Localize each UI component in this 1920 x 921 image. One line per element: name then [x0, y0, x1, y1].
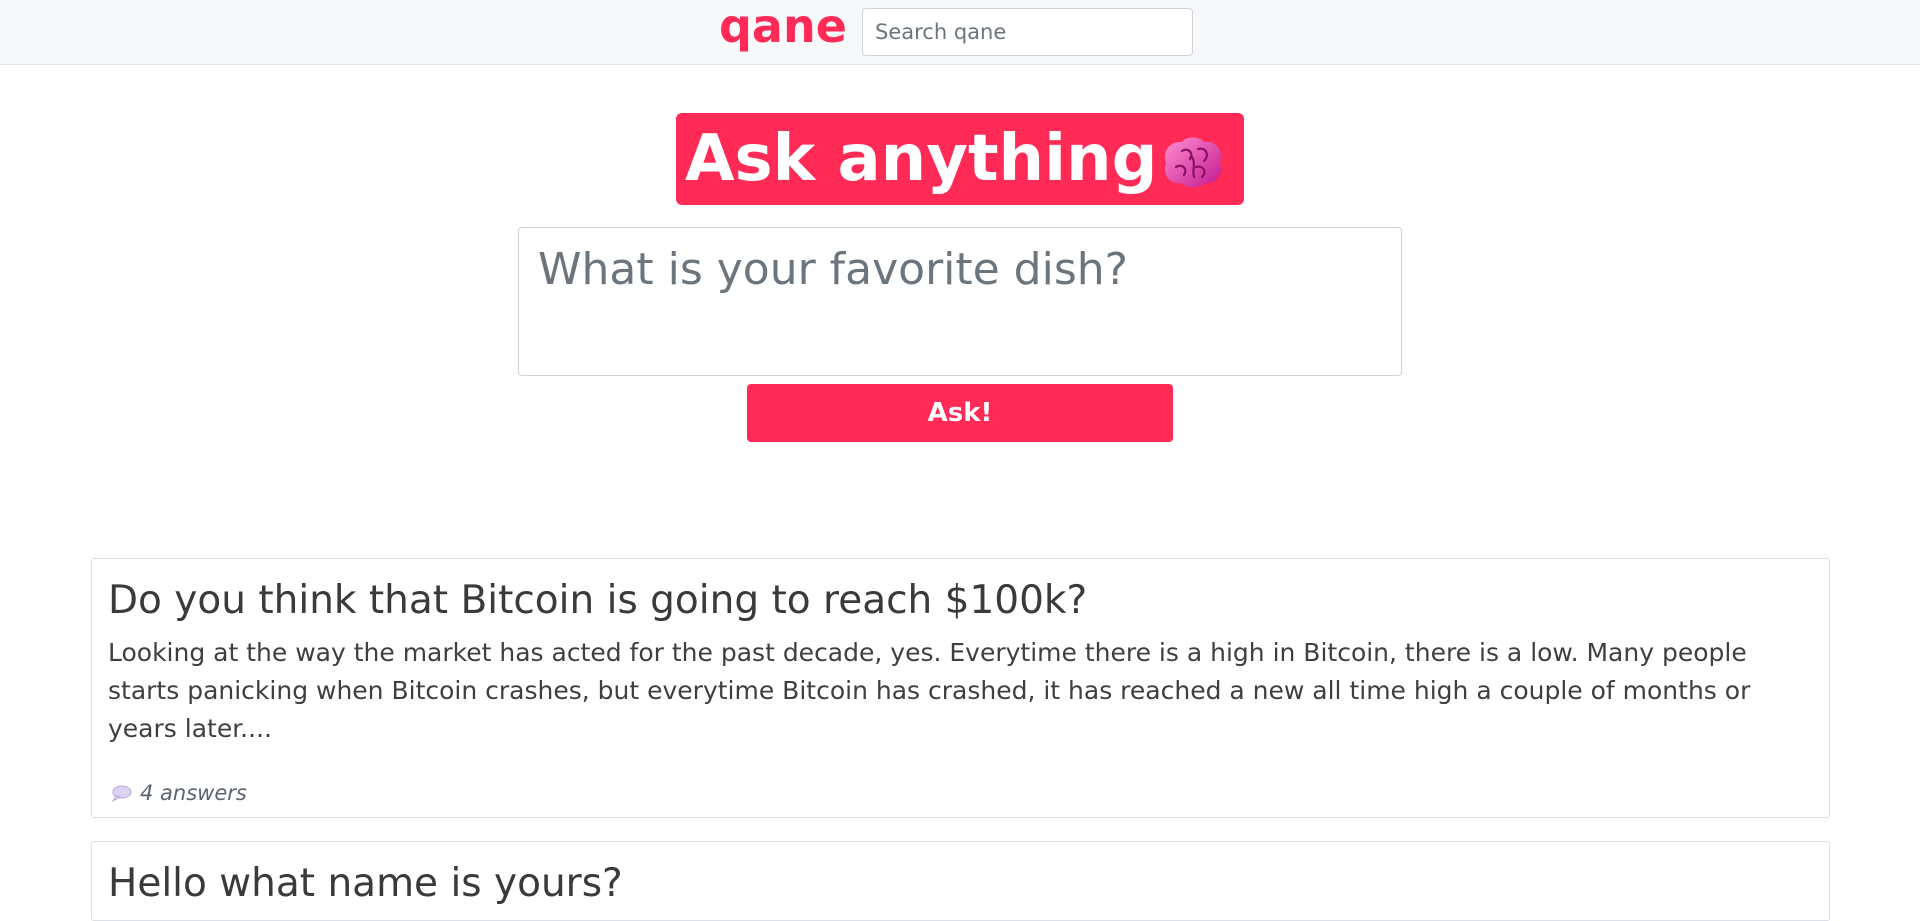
question-title[interactable]: Do you think that Bitcoin is going to re… — [108, 576, 1813, 626]
brain-icon — [1164, 137, 1222, 188]
search-input[interactable] — [862, 8, 1193, 56]
ask-button[interactable]: Ask! — [747, 384, 1173, 442]
hero-banner: Ask anything — [676, 113, 1244, 205]
question-title[interactable]: Hello what name is yours? — [108, 859, 1813, 909]
site-logo[interactable]: qane — [719, 0, 847, 52]
question-card[interactable]: Do you think that Bitcoin is going to re… — [91, 558, 1830, 818]
question-card[interactable]: Hello what name is yours? — [91, 841, 1830, 921]
speech-bubble-icon — [111, 785, 132, 802]
answers-label: 4 answers — [140, 781, 247, 805]
answers-count[interactable]: 4 answers — [110, 781, 247, 805]
top-navbar: qane — [0, 0, 1920, 65]
hero-title: Ask anything — [685, 122, 1158, 196]
question-excerpt: Looking at the way the market has acted … — [108, 638, 1751, 743]
question-input[interactable] — [518, 227, 1402, 376]
